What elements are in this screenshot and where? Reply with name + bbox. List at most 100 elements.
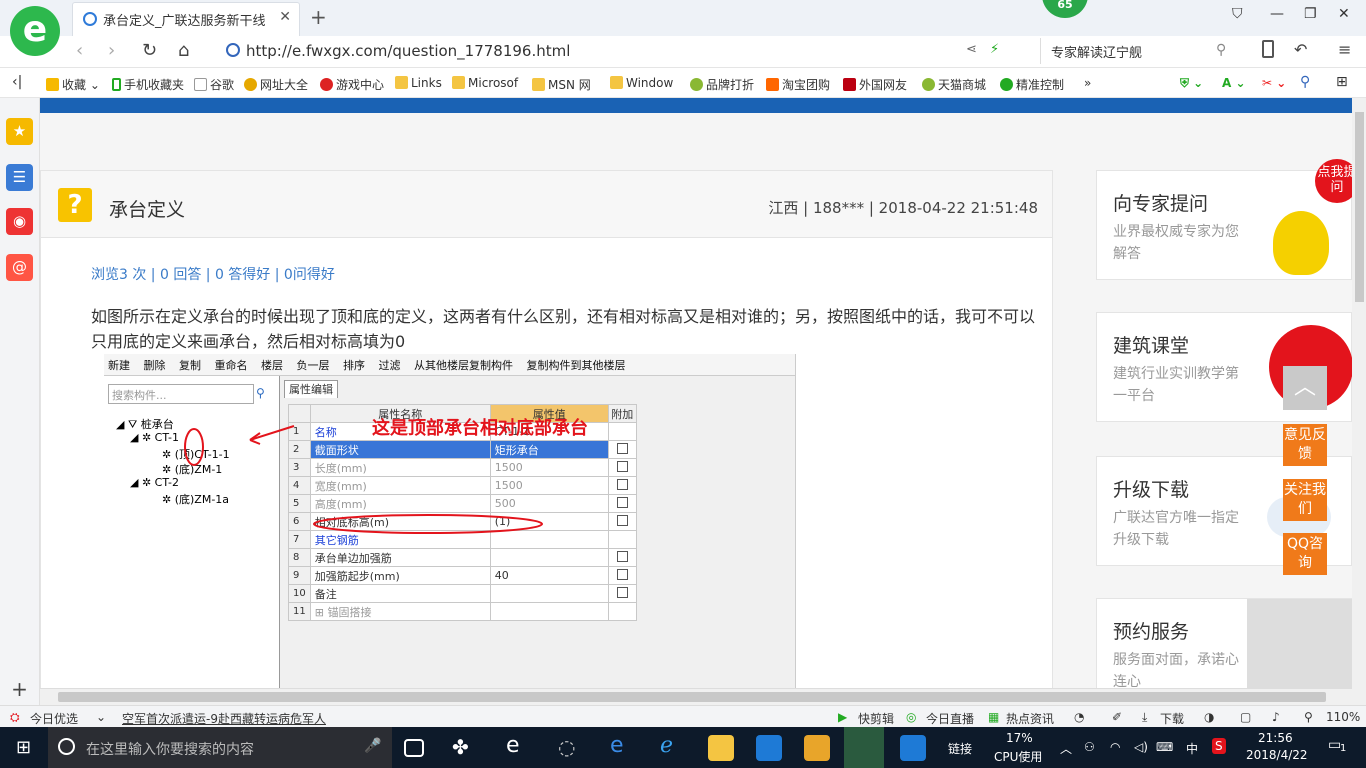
task-view-icon[interactable] [404,739,424,757]
today-picks[interactable]: 今日优选 [30,710,78,727]
shield-icon[interactable]: ⛨ ⌄ [1180,76,1203,91]
back-to-top-button[interactable]: ︿ [1283,366,1327,410]
speed-icon[interactable]: ◔ [1074,710,1084,724]
bookmark-item[interactable]: MSN 网 [532,76,591,93]
microphone-icon[interactable]: 🎤 [364,738,381,754]
feedback-button[interactable]: 意见反馈 [1283,424,1327,466]
bookmark-item[interactable]: 外国网友 [843,76,907,93]
lightning-icon[interactable]: ⚡ [990,42,999,57]
windows-start-icon[interactable]: ⊞ [16,737,31,758]
horizontal-scrollbar[interactable] [40,688,1352,705]
reload-button[interactable]: ↻ [142,40,157,61]
menu-icon[interactable]: ≡ [1338,40,1351,59]
clock-time[interactable]: 21:56 [1258,731,1293,745]
mute-icon[interactable]: ♪ [1272,710,1280,724]
more-bookmarks-icon[interactable]: » [1084,76,1091,90]
close-window-button[interactable]: ✕ [1338,6,1350,22]
volume-icon[interactable]: ◁) [1134,740,1148,754]
maximize-button[interactable]: ❐ [1304,6,1317,22]
links-toolbar[interactable]: 链接 [948,740,972,757]
sleep-icon[interactable]: ◑ [1204,710,1214,724]
translate-icon[interactable]: A ⌄ [1222,76,1246,90]
news-ticker[interactable]: 空军首次派遣运-9赴西藏转运病危军人 [122,710,326,727]
bookmark-item[interactable]: 收藏 ⌄ [46,76,100,93]
bookmark-item[interactable]: Microsof [452,76,518,90]
question-stats[interactable]: 浏览3 次 | 0 回答 | 0 答得好 | 0问得好 [91,264,335,284]
bookmark-item[interactable]: 天猫商城 [922,76,986,93]
site-security-icon[interactable] [226,43,240,57]
undo-icon[interactable]: ↶ [1294,40,1307,59]
reader-icon[interactable]: ☰ [6,164,33,191]
minimize-button[interactable]: — [1270,6,1284,22]
clock-date[interactable]: 2018/4/22 [1246,748,1308,762]
favorites-star-icon[interactable]: ★ [6,118,33,145]
red-annotation-marks [184,425,543,534]
mail-icon[interactable]: @ [6,254,33,281]
follow-us-button[interactable]: 关注我们 [1283,479,1327,521]
taskbar-search[interactable]: 在这里输入你要搜索的内容 🎤 [48,727,392,768]
zoom-icon[interactable]: ⚲ [1304,710,1313,724]
file-explorer-icon[interactable] [708,735,734,761]
search-icon[interactable]: ⚲ [1216,42,1226,58]
hot-news[interactable]: 热点资讯 [1006,710,1054,727]
cpu-usage: 17% [1006,731,1033,745]
mobile-icon[interactable] [1262,40,1274,58]
ask-badge[interactable]: 点我提问 [1315,159,1352,203]
notes-icon[interactable] [804,735,830,761]
bookmark-item[interactable]: Links [395,76,442,90]
browser-tab[interactable]: 承台定义_广联达服务新干线 ✕ [72,2,300,36]
search-input[interactable]: 专家解读辽宁舰 [1040,38,1240,64]
today-live[interactable]: 今日直播 [926,710,974,727]
sogou-icon[interactable]: S [1212,738,1226,754]
zoom-icon[interactable]: ⚲ [1300,74,1310,90]
bookmark-item[interactable]: 精准控制 [1000,76,1064,93]
pin-icon[interactable]: ✐ [1112,710,1122,724]
url-input[interactable]: http://e.fwxgx.com/question_1778196.html [246,42,846,60]
bookmark-item[interactable]: 网址大全 [244,76,308,93]
wifi-icon[interactable]: ◠ [1110,740,1120,754]
ask-expert-card[interactable]: 向专家提问 业界最权威专家为您解答 点我提问 [1096,159,1352,280]
zoom-level[interactable]: 110% [1326,710,1360,724]
vertical-scrollbar[interactable] [1352,98,1366,705]
forward-button[interactable]: › [108,40,115,61]
fan-app-icon[interactable]: ✤ [452,735,469,759]
window-icon[interactable]: ▢ [1240,710,1251,724]
active-browser-icon[interactable] [844,727,884,768]
qq-consult-button[interactable]: QQ咨询 [1283,533,1327,575]
browser-e-icon[interactable]: e [506,733,520,758]
new-tab-button[interactable]: + [310,5,327,29]
ime-indicator[interactable]: 中 [1186,740,1198,757]
browser-logo-icon[interactable]: e [10,6,60,56]
tool-app-icon[interactable] [900,735,926,761]
people-icon[interactable]: ⚇ [1084,740,1095,754]
downloads[interactable]: 下载 [1160,710,1184,727]
back-button[interactable]: ‹ [76,40,83,61]
bookmark-item[interactable]: 谷歌 [194,76,234,93]
spiral-icon[interactable]: ◌ [558,735,575,759]
bookmark-item[interactable]: 淘宝团购 [766,76,830,93]
bookmark-item[interactable]: 游戏中心 [320,76,384,93]
keyboard-icon[interactable]: ⌨ [1156,740,1173,754]
scissors-icon[interactable]: ✂ ⌄ [1262,76,1286,90]
bookmark-item[interactable]: 手机收藏夹 [112,76,184,93]
sidebar-toggle-icon[interactable]: ‹| [12,74,22,90]
share-icon[interactable]: ⋖ [966,42,977,57]
edge-icon[interactable]: e [610,733,624,758]
g-app-icon[interactable] [756,735,782,761]
shirt-icon[interactable]: ⛉ [1232,6,1243,22]
scroll-thumb[interactable] [1355,112,1364,302]
chevron-down-icon[interactable]: ⌄ [96,710,106,724]
quick-clip[interactable]: 快剪辑 [858,710,894,727]
add-sidebar-icon[interactable]: + [6,676,33,703]
scroll-thumb[interactable] [58,692,1326,702]
home-button[interactable]: ⌂ [178,40,189,61]
weibo-icon[interactable]: ◉ [6,208,33,235]
download-icon[interactable]: ⤓ [1142,710,1147,725]
booking-card[interactable]: 预约服务 服务面对面，承诺心连心 [1096,598,1352,690]
ie-icon[interactable]: ℯ [660,733,673,758]
show-hidden-icon[interactable]: ︿ [1060,740,1072,757]
close-tab-icon[interactable]: ✕ [279,9,291,25]
bookmark-item[interactable]: 品牌打折 [690,76,754,93]
bookmark-item[interactable]: Window [610,76,673,90]
apps-icon[interactable]: ⊞ [1336,74,1348,90]
